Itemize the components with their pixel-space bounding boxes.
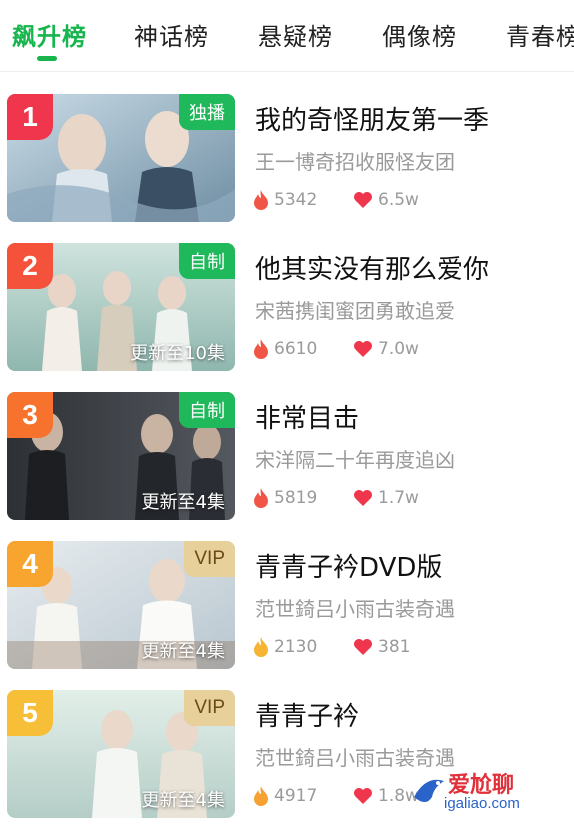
self-made-badge: 自制 <box>179 243 235 279</box>
bird-logo-icon <box>414 779 444 802</box>
poster-thumbnail[interactable]: 5 VIP 更新至4集 <box>7 690 235 818</box>
vip-badge: VIP <box>184 541 235 577</box>
rank-badge: 4 <box>7 541 53 587</box>
heart-icon <box>354 788 372 804</box>
like-count: 381 <box>353 637 410 657</box>
play-count: 5342 <box>253 190 317 210</box>
show-subtitle: 宋洋隔二十年再度追凶 <box>255 448 455 472</box>
play-count: 4917 <box>253 786 317 806</box>
flame-icon <box>254 190 268 210</box>
vip-badge: VIP <box>184 690 235 726</box>
update-status: 更新至10集 <box>130 343 225 364</box>
ranking-tab-bar: 飙升榜 神话榜 悬疑榜 偶像榜 青春榜 <box>0 0 574 72</box>
show-subtitle: 范世錡吕小雨古装奇遇 <box>255 597 455 621</box>
show-subtitle: 王一博奇招收服怪友团 <box>255 150 455 174</box>
show-title[interactable]: 非常目击 <box>255 398 359 435</box>
self-made-badge: 自制 <box>179 392 235 428</box>
tab-suspense[interactable]: 悬疑榜 <box>258 17 333 52</box>
like-count: 7.0w <box>353 339 419 359</box>
flame-icon <box>254 786 268 806</box>
rank-badge: 1 <box>7 94 53 140</box>
list-item[interactable]: 4 VIP 更新至4集 青青子衿DVD版 范世錡吕小雨古装奇遇 2130 381 <box>0 519 574 669</box>
flame-icon <box>254 339 268 359</box>
tab-idol[interactable]: 偶像榜 <box>382 17 457 52</box>
rank-badge: 5 <box>7 690 53 736</box>
list-item[interactable]: 3 自制 更新至4集 非常目击 宋洋隔二十年再度追凶 5819 1.7w <box>0 370 574 520</box>
play-count: 6610 <box>253 339 317 359</box>
watermark-url: igaliao.com <box>444 795 520 812</box>
list-item[interactable]: 2 自制 更新至10集 他其实没有那么爱你 宋茜携闺蜜团勇敢追爱 6610 7.… <box>0 221 574 371</box>
show-title[interactable]: 青青子衿DVD版 <box>255 547 442 584</box>
show-title[interactable]: 我的奇怪朋友第一季 <box>255 100 489 137</box>
like-count: 1.7w <box>353 488 419 508</box>
site-watermark: 爱尬聊 igaliao.com <box>408 763 568 823</box>
show-title[interactable]: 青青子衿 <box>255 696 359 733</box>
poster-thumbnail[interactable]: 1 独播 <box>7 94 235 222</box>
play-count: 5819 <box>253 488 317 508</box>
rank-badge: 2 <box>7 243 53 289</box>
list-item[interactable]: 1 独播 我的奇怪朋友第一季 王一博奇招收服怪友团 5342 6.5w <box>0 72 574 222</box>
flame-icon <box>254 488 268 508</box>
poster-thumbnail[interactable]: 2 自制 更新至10集 <box>7 243 235 371</box>
show-subtitle: 宋茜携闺蜜团勇敢追爱 <box>255 299 455 323</box>
update-status: 更新至4集 <box>141 790 225 811</box>
tab-youth[interactable]: 青春榜 <box>506 17 574 52</box>
rank-badge: 3 <box>7 392 53 438</box>
update-status: 更新至4集 <box>141 492 225 513</box>
poster-thumbnail[interactable]: 4 VIP 更新至4集 <box>7 541 235 669</box>
tab-soaring[interactable]: 飙升榜 <box>12 17 87 52</box>
update-status: 更新至4集 <box>141 641 225 662</box>
heart-icon <box>354 192 372 208</box>
heart-icon <box>354 341 372 357</box>
like-count: 6.5w <box>353 190 419 210</box>
show-title[interactable]: 他其实没有那么爱你 <box>255 249 489 286</box>
active-tab-indicator <box>37 56 57 61</box>
exclusive-badge: 独播 <box>179 94 235 130</box>
heart-icon <box>354 639 372 655</box>
tab-myth[interactable]: 神话榜 <box>134 17 209 52</box>
play-count: 2130 <box>253 637 317 657</box>
flame-icon <box>254 637 268 657</box>
heart-icon <box>354 490 372 506</box>
poster-thumbnail[interactable]: 3 自制 更新至4集 <box>7 392 235 520</box>
